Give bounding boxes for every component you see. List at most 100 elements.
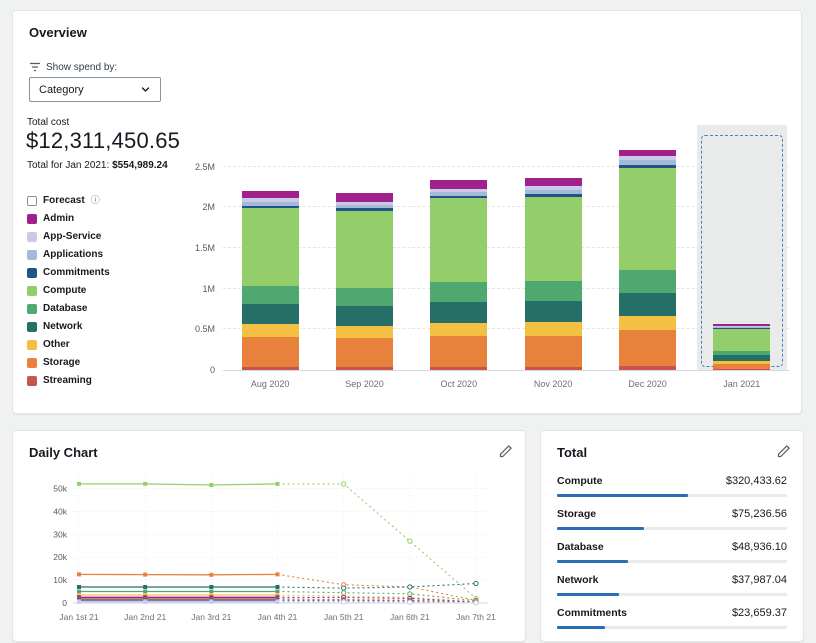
bar-segment-database[interactable] [524, 281, 582, 301]
bar-segment-storage[interactable] [524, 335, 582, 367]
daily-line-chart-container: 0 10k 20k 30k 40k 50k Jan 1st 21 Jan 2nd 21 Jan … [21, 467, 519, 635]
bar-segment-admin[interactable] [335, 193, 393, 202]
legend-item-label: Streaming [43, 375, 92, 386]
bar-column-nov-2020 [506, 135, 600, 370]
total-row-storage: Storage $75,236.56 [557, 508, 787, 530]
daily-chart-card: Daily Chart 0 10k 20k 30k 40k 50k Jan 1st 21 Ja… [12, 430, 526, 642]
bar-segment-admin[interactable] [241, 191, 299, 199]
bar-column-sep-2020 [317, 135, 411, 370]
bar-segment-storage[interactable] [335, 338, 393, 367]
edit-icon[interactable] [499, 444, 513, 458]
legend-swatch [27, 231, 37, 242]
y-axis-label: 30k [53, 529, 67, 539]
bar-segment-storage[interactable] [241, 337, 299, 367]
total-row-bar-track [557, 626, 787, 629]
bar-segment-streaming[interactable] [524, 366, 582, 370]
bar-segment-storage[interactable] [618, 330, 676, 366]
bar-segment-other[interactable] [618, 315, 676, 331]
legend-item-storage[interactable]: Storage [27, 357, 110, 368]
bar-chart-x-axis: Aug 2020 Sep 2020 Oct 2020 Nov 2020 Dec 2020… [223, 379, 789, 389]
legend-item-compute[interactable]: Compute [27, 285, 110, 296]
total-row-head: Database $48,936.10 [557, 541, 787, 553]
bar-segment-other[interactable] [524, 322, 582, 336]
bar-segment-streaming[interactable] [335, 366, 393, 370]
legend-swatch [27, 285, 37, 296]
legend-item-admin[interactable]: Admin [27, 213, 110, 224]
bar-segment-network[interactable] [335, 305, 393, 327]
bar-segment-other[interactable] [335, 326, 393, 339]
y-axis-label: 1.5M [194, 242, 215, 253]
bar-segment-admin[interactable] [430, 180, 488, 189]
legend-item-label: Compute [43, 285, 87, 296]
overview-card: Overview Show spend by: Category Total c… [12, 10, 802, 414]
legend-item-other[interactable]: Other [27, 339, 110, 350]
category-legend: Forecast ⓘ Admin App-Service Applications Com… [27, 195, 110, 386]
category-select[interactable]: Category [29, 77, 161, 102]
legend-item-commitments[interactable]: Commitments [27, 267, 110, 278]
total-row-value: $23,659.37 [731, 607, 787, 619]
daily-chart-title: Daily Chart [29, 445, 98, 460]
legend-item-label: Other [43, 339, 70, 350]
total-row-bar-fill [557, 527, 645, 530]
bar-segment-compute[interactable] [335, 210, 393, 288]
stacked-bar[interactable] [241, 191, 299, 370]
edit-icon[interactable] [777, 444, 791, 458]
bar-segment-streaming[interactable] [713, 369, 771, 370]
stacked-bar[interactable] [713, 324, 771, 370]
chevron-down-icon [141, 87, 150, 92]
y-axis-label: 20k [53, 552, 67, 562]
bar-segment-network[interactable] [618, 292, 676, 316]
bar-segment-other[interactable] [430, 322, 488, 336]
stacked-bar[interactable] [524, 178, 582, 370]
forecast-checkbox[interactable] [27, 195, 37, 206]
legend-item-label: Applications [43, 249, 104, 260]
legend-item-streaming[interactable]: Streaming [27, 375, 110, 386]
bar-segment-compute[interactable] [430, 198, 488, 283]
total-row-value: $320,433.62 [725, 475, 787, 487]
bar-segment-compute[interactable] [618, 168, 676, 270]
bar-column-dec-2020 [600, 135, 694, 370]
bar-segment-storage[interactable] [430, 335, 488, 367]
total-row-bar-track [557, 527, 787, 530]
bar-segment-other[interactable] [241, 324, 299, 338]
x-axis-label: Oct 2020 [440, 379, 478, 389]
bar-segment-database[interactable] [241, 286, 299, 305]
stacked-bar[interactable] [618, 150, 676, 370]
bar-segment-compute[interactable] [524, 196, 582, 282]
legend-item-label: Commitments [43, 267, 110, 278]
bar-segment-streaming[interactable] [618, 365, 676, 370]
legend-swatch [27, 303, 37, 314]
x-axis-label: Jan 7th 21 [456, 612, 496, 622]
legend-item-app-service[interactable]: App-Service [27, 231, 110, 242]
legend-item-network[interactable]: Network [27, 321, 110, 332]
x-axis-label: Jan 5th 21 [324, 612, 364, 622]
legend-item-forecast[interactable]: Forecast ⓘ [27, 195, 110, 206]
bar-segment-compute[interactable] [713, 329, 771, 352]
x-axis-label: Jan 6th 21 [390, 612, 430, 622]
stacked-bar[interactable] [430, 180, 488, 370]
stacked-bar[interactable] [335, 193, 393, 370]
x-axis-label: Nov 2020 [533, 379, 573, 389]
bar-segment-database[interactable] [335, 287, 393, 306]
total-row-commitments: Commitments $23,659.37 [557, 607, 787, 629]
total-row-value: $75,236.56 [731, 508, 787, 520]
bar-segment-network[interactable] [241, 304, 299, 325]
legend-item-applications[interactable]: Applications [27, 249, 110, 260]
x-axis-label: Jan 4th 21 [258, 612, 298, 622]
bar-segment-compute[interactable] [241, 208, 299, 287]
bar-segment-network[interactable] [430, 301, 488, 323]
legend-swatch [27, 321, 37, 332]
bar-chart-plot-area [223, 125, 789, 371]
bar-segment-admin[interactable] [524, 178, 582, 187]
bar-segment-database[interactable] [618, 269, 676, 293]
info-icon[interactable]: ⓘ [91, 195, 100, 206]
legend-item-database[interactable]: Database [27, 303, 110, 314]
bar-segment-streaming[interactable] [430, 366, 488, 370]
total-row-database: Database $48,936.10 [557, 541, 787, 563]
bar-segment-streaming[interactable] [241, 366, 299, 370]
x-axis-label: Jan 3rd 21 [191, 612, 231, 622]
bar-segment-network[interactable] [524, 300, 582, 323]
legend-swatch [27, 375, 37, 386]
y-axis-label: 0 [62, 598, 67, 608]
bar-segment-database[interactable] [430, 282, 488, 302]
